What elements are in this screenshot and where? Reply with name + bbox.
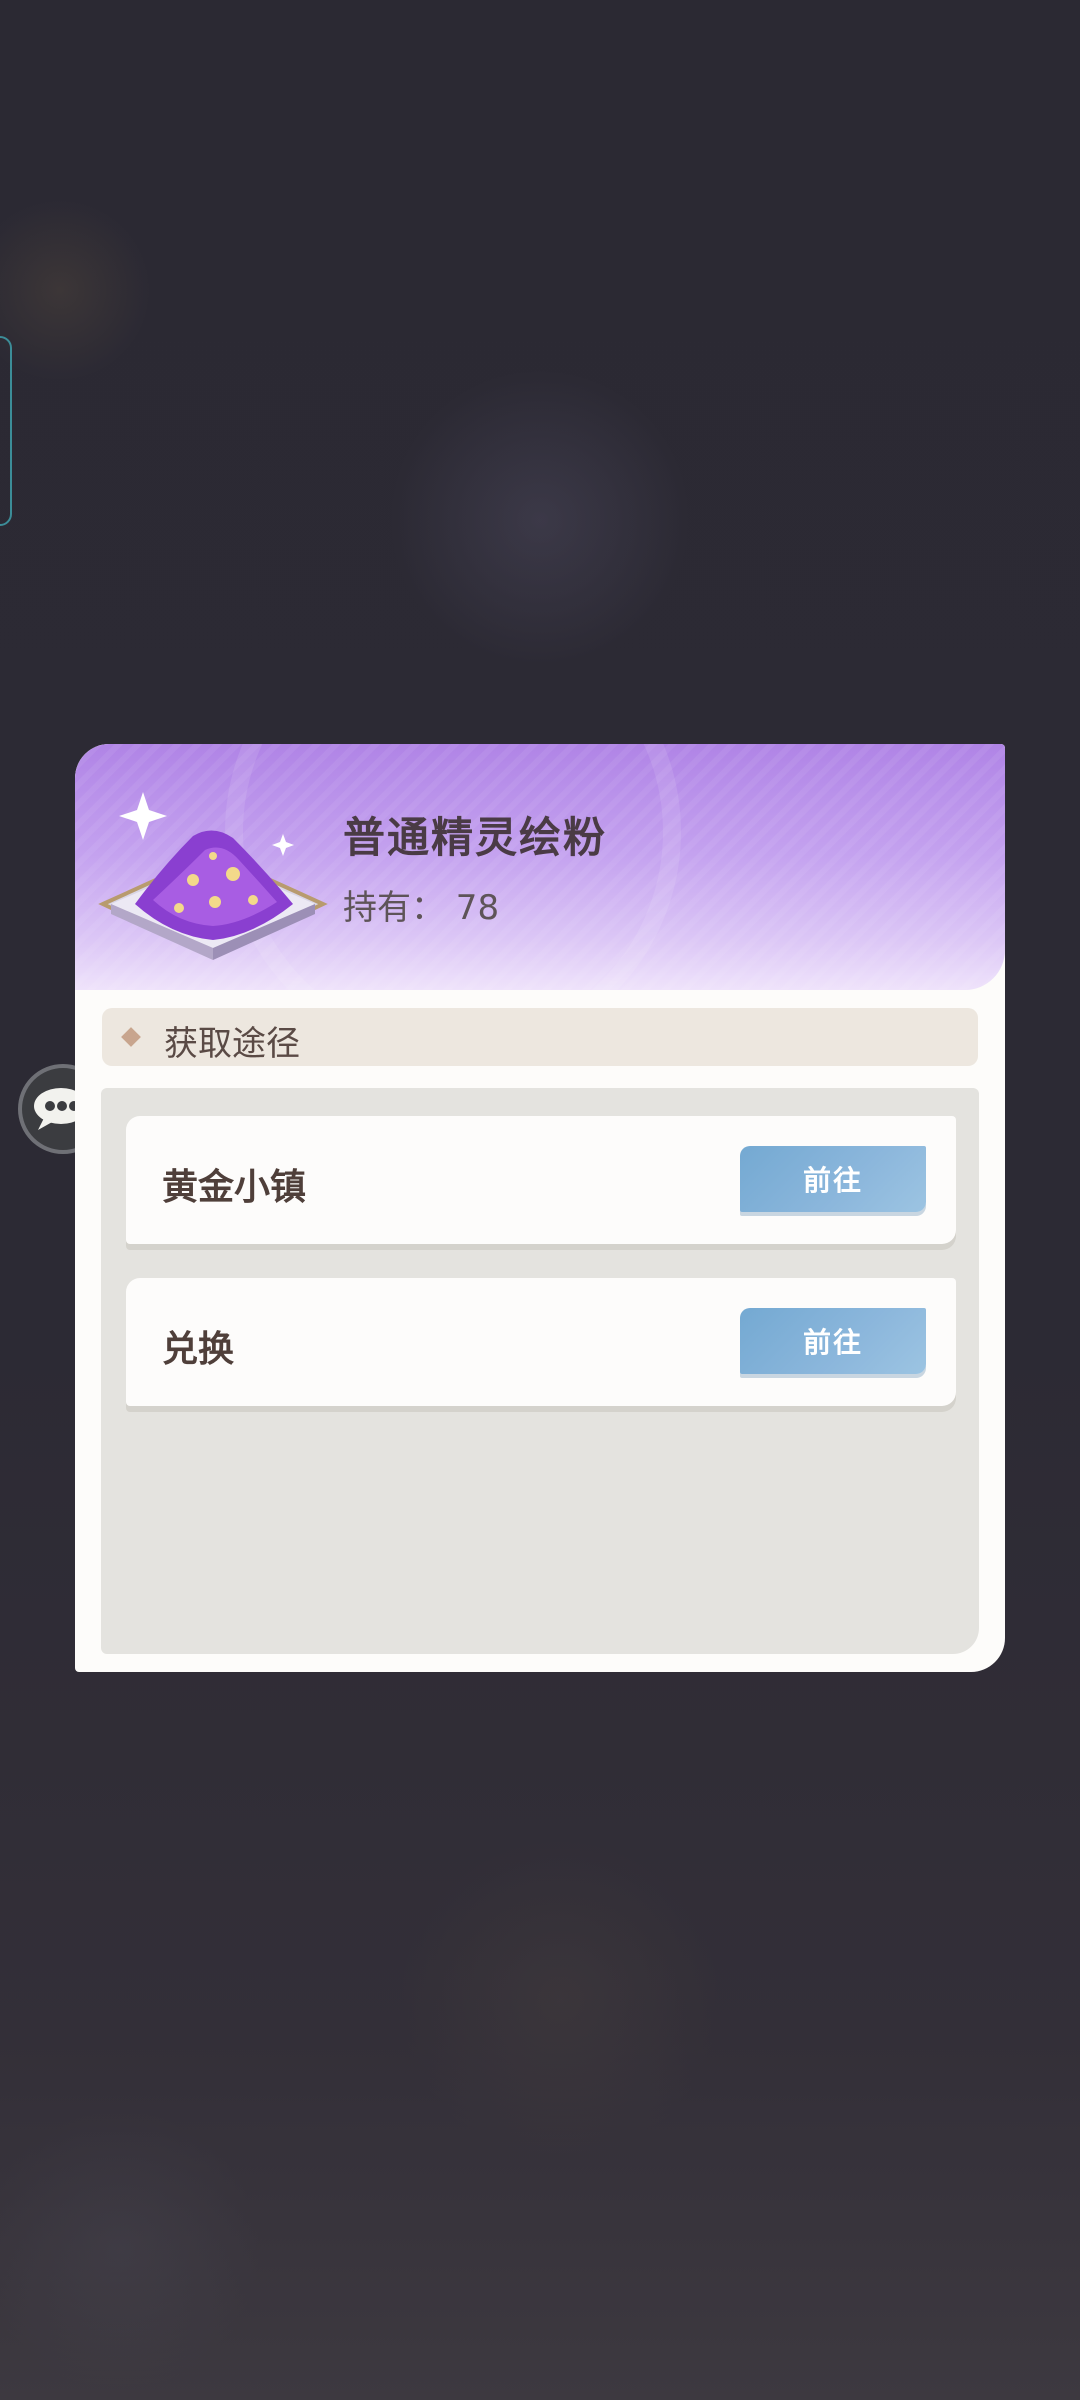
side-drawer-tab[interactable] xyxy=(0,336,12,526)
source-row-exchange: 兑换 前往 xyxy=(126,1278,956,1406)
go-button[interactable]: 前往 xyxy=(740,1308,926,1374)
item-header: 普通精灵绘粉 持有： 78 xyxy=(75,744,1005,990)
source-name: 黄金小镇 xyxy=(162,1167,307,1208)
acquisition-section-header: 获取途径 xyxy=(102,1008,978,1066)
go-button[interactable]: 前往 xyxy=(740,1146,926,1212)
diamond-bullet-icon xyxy=(121,1027,141,1047)
item-name: 普通精灵绘粉 xyxy=(343,813,608,862)
item-detail-popup: 普通精灵绘粉 持有： 78 获取途径 黄金小镇 前往 兑换 前往 xyxy=(75,744,1005,1672)
section-title: 获取途径 xyxy=(164,1024,300,1064)
source-name: 兑换 xyxy=(162,1329,235,1370)
source-row-golden-town: 黄金小镇 前往 xyxy=(126,1116,956,1244)
sparkle-powder-icon xyxy=(98,792,328,960)
item-owned-count: 持有： 78 xyxy=(343,888,500,928)
acquisition-list: 黄金小镇 前往 兑换 前往 xyxy=(101,1088,979,1654)
